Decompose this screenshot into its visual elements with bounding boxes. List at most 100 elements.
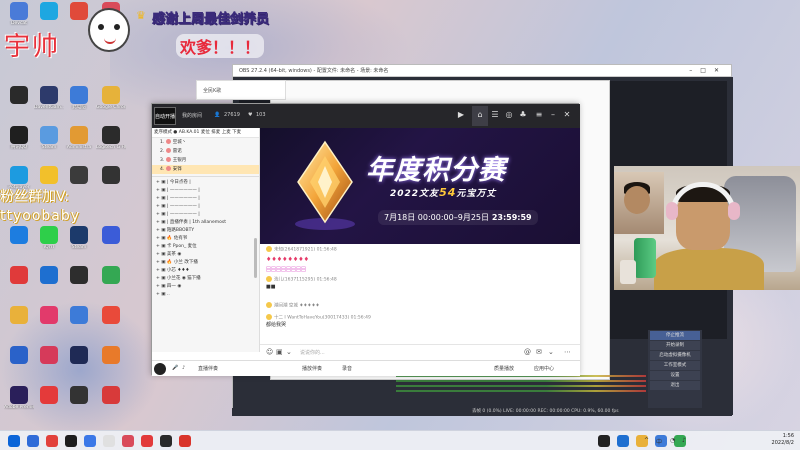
- taskbar-app-icon[interactable]: [598, 435, 610, 447]
- obs-control-button[interactable]: 开始录制: [650, 341, 700, 350]
- taskbar-clock[interactable]: 1:56 2022/8/2: [772, 433, 794, 447]
- desktop-icon[interactable]: iQIYI: [34, 226, 64, 260]
- mic-queue-item[interactable]: 3. 王银月: [152, 156, 259, 165]
- list-item[interactable]: + ▣ 美茶 ◉: [152, 251, 259, 259]
- taskbar-app-icon[interactable]: [179, 435, 191, 447]
- left-scrollbar[interactable]: [254, 238, 257, 278]
- taskbar-app-icon[interactable]: [27, 435, 39, 447]
- taskbar-app-icon[interactable]: [141, 435, 153, 447]
- obs-control-button[interactable]: 退出: [650, 381, 700, 390]
- chat-input-bar[interactable]: ☺ ▣ ⌄ 说说你的... @ ✉ ⌄ ⋯: [260, 344, 580, 360]
- bottom-item-record[interactable]: 录音: [342, 365, 352, 372]
- desktop-icon[interactable]: [96, 386, 126, 420]
- streaming-client-window[interactable]: 自动开播 我的房间 👤 27619 ♥ 103 ▶ ⌂ ☰ ◎ ♣ ≡ – ✕ …: [151, 103, 580, 376]
- shirt-icon[interactable]: ♣: [518, 110, 528, 120]
- mic-queue-item[interactable]: 4. 安铧: [152, 165, 259, 174]
- minimize-icon[interactable]: –: [548, 110, 558, 120]
- volume-icon[interactable]: ♪: [182, 365, 185, 371]
- image-icon[interactable]: ▣: [276, 348, 283, 356]
- power-icon[interactable]: [154, 363, 166, 375]
- event-banner[interactable]: 年度积分赛 2022文友54元宝万丈 7月18日 00:00:00–9月25日 …: [260, 128, 580, 244]
- desktop-icon[interactable]: [34, 306, 64, 340]
- desktop-icon[interactable]: [4, 266, 34, 300]
- desktop-icon[interactable]: [64, 386, 94, 420]
- desktop-icon[interactable]: [96, 166, 126, 200]
- desktop-icon[interactable]: [96, 226, 126, 260]
- list-item[interactable]: + ▣ 🔥 佐有爷: [152, 235, 259, 243]
- list-item[interactable]: + ▣ | 今日点卷 |: [152, 179, 259, 187]
- list-item[interactable]: + ▣ 小兰花 ◉ 猫下播: [152, 275, 259, 283]
- obs-control-button[interactable]: 停止推流: [650, 331, 700, 340]
- tray-chevron-icon[interactable]: ^: [644, 437, 649, 444]
- comment-icon[interactable]: ✉: [536, 348, 542, 356]
- home-icon[interactable]: ⌂: [475, 110, 485, 120]
- bottom-item-accompaniment[interactable]: 直播伴奏: [198, 365, 218, 372]
- desktop-icon[interactable]: [64, 266, 94, 300]
- list-item[interactable]: + ▣ | —————— |: [152, 195, 259, 203]
- list-item[interactable]: + ▣ 小芯 ♦♦♦: [152, 267, 259, 275]
- tray-network-icon[interactable]: ◔: [670, 437, 675, 444]
- desktop-icon[interactable]: [4, 346, 34, 380]
- desktop-icon[interactable]: [34, 386, 64, 420]
- list-item[interactable]: + ▣ 陌路BBOBTY: [152, 227, 259, 235]
- mic-queue-item[interactable]: 1. 空城丶: [152, 138, 259, 147]
- bottom-item-quality[interactable]: 质量播放: [494, 365, 514, 372]
- list-item[interactable]: + ▣ 四一 ◉: [152, 283, 259, 291]
- window-controls[interactable]: –□✕: [689, 65, 727, 77]
- desktop-icon[interactable]: [64, 346, 94, 380]
- list-item[interactable]: + ▣ 🔥 小兰 改下播: [152, 259, 259, 267]
- mic-mode-bar[interactable]: 麦序模式 ● AB.KA.01 麦位 排麦 上麦 下麦: [152, 128, 259, 138]
- desktop-icon[interactable]: [96, 306, 126, 340]
- mic-icon[interactable]: 🎤: [172, 365, 178, 371]
- desktop-icon[interactable]: [4, 86, 34, 120]
- taskbar-app-icon[interactable]: [84, 435, 96, 447]
- tray-volume-icon[interactable]: ♪: [682, 437, 686, 444]
- taskbar-app-icon[interactable]: [122, 435, 134, 447]
- browser-tab[interactable]: 全民K歌: [196, 80, 286, 100]
- desktop-icon[interactable]: [34, 266, 64, 300]
- desktop-icon[interactable]: [96, 266, 126, 300]
- obs-control-button[interactable]: 设置: [650, 371, 700, 380]
- desktop-icon[interactable]: 此电脑: [64, 86, 94, 120]
- desktop-icon[interactable]: [96, 346, 126, 380]
- chevron-down-icon[interactable]: ⌄: [286, 348, 292, 356]
- desktop-icon[interactable]: [4, 306, 34, 340]
- desktop-icon[interactable]: Administra: [64, 126, 94, 160]
- list-item[interactable]: + ▣ ..: [152, 291, 259, 299]
- desktop-icon[interactable]: [4, 226, 34, 260]
- obs-control-button[interactable]: 工作室模式: [650, 361, 700, 370]
- room-label[interactable]: 我的房间: [182, 112, 202, 119]
- desktop-icon[interactable]: Adobe Premiere: [4, 386, 34, 420]
- desktop-icon[interactable]: 腾讯QQ: [4, 126, 34, 160]
- mic-queue-item[interactable]: 2. 雷诺: [152, 147, 259, 156]
- menu-icon[interactable]: ≡: [534, 110, 544, 120]
- tray-lang[interactable]: 中: [656, 437, 662, 446]
- taskbar-app-icon[interactable]: [46, 435, 58, 447]
- settings-icon[interactable]: ⋯: [564, 348, 571, 356]
- desktop-icon[interactable]: Steam: [64, 226, 94, 260]
- desktop-icon[interactable]: Logitech G HUB: [96, 126, 126, 160]
- desktop-icon[interactable]: [64, 306, 94, 340]
- list-item[interactable]: + ▣ | —————— |: [152, 187, 259, 195]
- desktop-icon[interactable]: Google Chrome: [96, 86, 126, 120]
- video-icon[interactable]: ▶: [456, 110, 466, 120]
- taskbar-app-icon[interactable]: [65, 435, 77, 447]
- taskbar-app-icon[interactable]: [103, 435, 115, 447]
- desktop-icon[interactable]: Steam: [34, 126, 64, 160]
- gamepad-icon[interactable]: ◎: [504, 110, 514, 120]
- chat-input[interactable]: 说说你的...: [300, 349, 325, 356]
- list-item[interactable]: + ▣ 卡 Ppon_ 麦位: [152, 243, 259, 251]
- emoji-icon[interactable]: ☺: [266, 348, 273, 356]
- list-item[interactable]: + ▣ | —————— |: [152, 203, 259, 211]
- obs-control-button[interactable]: 启动虚拟摄像机: [650, 351, 700, 360]
- chevron-down-icon[interactable]: ⌄: [548, 348, 554, 356]
- bottom-item-play[interactable]: 播放伴奏: [302, 365, 322, 372]
- list-item[interactable]: + ▣ | 直播伴奏 | 1th allanemost: [152, 219, 259, 227]
- taskbar-app-icon[interactable]: [8, 435, 20, 447]
- taskbar-app-icon[interactable]: [160, 435, 172, 447]
- list-icon[interactable]: ☰: [490, 110, 500, 120]
- desktop-icon[interactable]: DaventGam...: [34, 86, 64, 120]
- list-item[interactable]: + ▣ | —————— |: [152, 211, 259, 219]
- bottom-item-app-center[interactable]: 应用中心: [534, 365, 554, 372]
- desktop-icon[interactable]: [34, 346, 64, 380]
